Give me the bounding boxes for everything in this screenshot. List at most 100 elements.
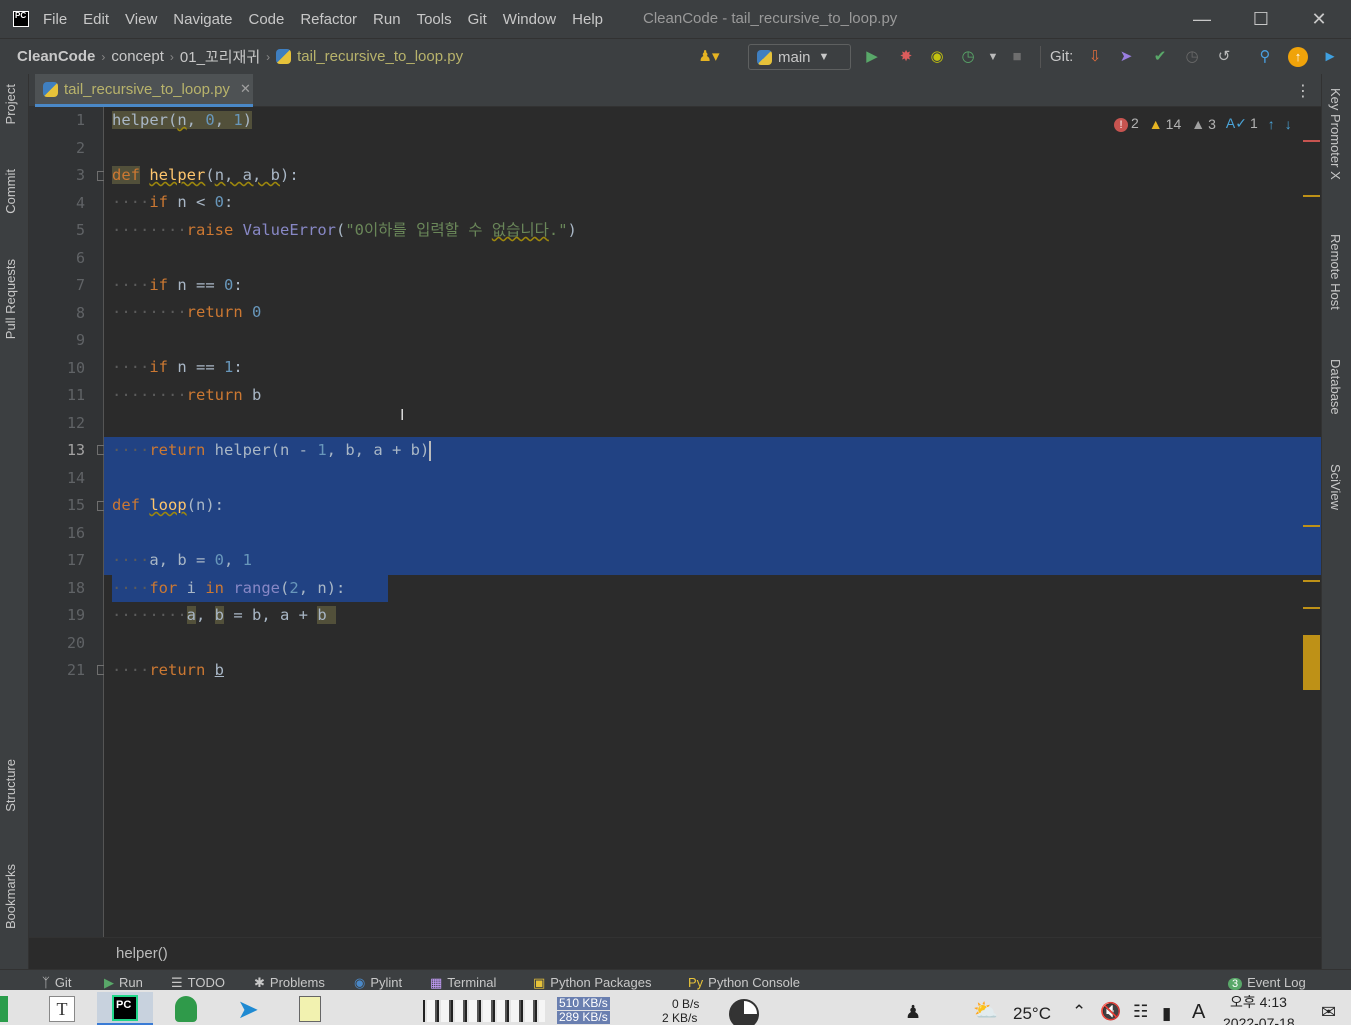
next-problem-icon[interactable]: ↓ — [1285, 116, 1292, 132]
clock-time[interactable]: 오후 4:13 — [1230, 992, 1287, 1012]
more-options-icon[interactable]: ⋮ — [1295, 81, 1311, 101]
run-config-selector[interactable]: main ▼ — [748, 44, 851, 70]
profile-icon[interactable]: ◷ — [958, 47, 978, 67]
warning-stripe-mark[interactable] — [1303, 580, 1320, 582]
line-number: 20 — [66, 634, 85, 652]
vscode-app-icon[interactable]: ➤ — [226, 992, 270, 1025]
start-button-icon[interactable] — [0, 992, 16, 1025]
menu-window[interactable]: Window — [503, 11, 556, 28]
tool-bookmarks[interactable]: Bookmarks — [3, 864, 18, 929]
line-number: 12 — [66, 414, 85, 432]
update-available-icon[interactable]: ↑ — [1288, 47, 1308, 67]
error-count[interactable]: ! 2 — [1114, 115, 1139, 132]
breadcrumb-project[interactable]: CleanCode — [17, 48, 95, 65]
user-share-icon[interactable]: ♟▾ — [693, 47, 725, 67]
scrollbar-thumb[interactable] — [1303, 635, 1320, 690]
typo-count[interactable]: A✓ 1 — [1226, 115, 1258, 132]
inspection-widget[interactable]: ! 2 ▲ 14 ▲ 3 A✓ 1 ↑ ↓ — [1114, 115, 1292, 132]
show-hidden-icons-icon[interactable]: ⌃ — [1072, 1002, 1086, 1022]
menu-run[interactable]: Run — [373, 11, 401, 28]
battery-icon[interactable]: ▮ — [1162, 1004, 1171, 1024]
weather-icon[interactable]: ⛅ — [973, 998, 998, 1023]
run-icon[interactable]: ▶ — [862, 47, 882, 67]
minimize-icon[interactable]: — — [1189, 6, 1215, 32]
speaker-muted-icon[interactable]: 🔇 — [1100, 1002, 1121, 1022]
tab-close-icon[interactable]: ✕ — [240, 81, 251, 97]
tool-todo[interactable]: ☰ TODO — [171, 975, 225, 990]
search-icon[interactable]: ⚲ — [1255, 47, 1275, 67]
tool-commit[interactable]: Commit — [3, 169, 18, 214]
breadcrumb-file[interactable]: tail_recursive_to_loop.py — [297, 48, 463, 65]
menu-edit[interactable]: Edit — [83, 11, 109, 28]
tool-database[interactable]: Database — [1328, 359, 1343, 415]
more-run-chevron-icon[interactable]: ▼ — [983, 47, 1003, 67]
tool-project[interactable]: Project — [3, 84, 18, 124]
event-log-badge: 3 — [1228, 978, 1243, 990]
tool-pylint[interactable]: ◉ Pylint — [354, 975, 402, 990]
tool-problems[interactable]: ✱ Problems — [254, 975, 325, 990]
error-stripe-mark[interactable] — [1303, 140, 1320, 142]
tool-key-promoter[interactable]: Key Promoter X — [1328, 88, 1343, 180]
menu-tools[interactable]: Tools — [417, 11, 452, 28]
warning-count[interactable]: ▲ 14 — [1149, 116, 1181, 132]
stop-icon[interactable]: ■ — [1007, 47, 1027, 67]
tool-python-packages[interactable]: ▣ Python Packages — [533, 975, 651, 990]
tool-remote-host[interactable]: Remote Host — [1328, 234, 1343, 310]
tool-run[interactable]: ▶ Run — [104, 975, 143, 990]
warning-icon: ▲ — [1148, 115, 1163, 132]
pycharm-app-icon[interactable]: PC — [97, 992, 153, 1025]
menu-help[interactable]: Help — [572, 11, 603, 28]
code-with-me-icon[interactable]: ► — [1320, 47, 1340, 67]
line-number: 21 — [66, 661, 85, 679]
tool-terminal[interactable]: ▦ Terminal — [430, 975, 496, 990]
clock-date[interactable]: 2022-07-18 — [1223, 1015, 1295, 1025]
line-number: 8 — [75, 304, 85, 322]
weak-warning-count[interactable]: ▲ 3 — [1191, 116, 1216, 132]
notification-center-icon[interactable]: ✉ — [1321, 1002, 1336, 1023]
breadcrumb-folder-tail[interactable]: 01_꼬리재귀 — [180, 46, 260, 67]
git-push-icon[interactable]: ➤ — [1116, 47, 1136, 67]
tab-tail-recursive-to-loop[interactable]: tail_recursive_to_loop.py ✕ — [35, 74, 253, 107]
notepad-app-icon[interactable] — [288, 992, 332, 1025]
typora-app-icon[interactable]: T — [40, 992, 84, 1025]
code-line-19: ········a, b = b, a + b — [112, 606, 337, 624]
python-file-icon — [43, 81, 58, 97]
editor-breadcrumb[interactable]: helper() — [29, 937, 1321, 969]
menu-file[interactable]: File — [43, 11, 67, 28]
git-history-icon[interactable]: ◷ — [1182, 47, 1202, 67]
warning-stripe-mark[interactable] — [1303, 195, 1320, 197]
git-update-icon[interactable]: ⇩ — [1085, 47, 1105, 67]
disk-usage-pie-icon — [729, 999, 759, 1025]
people-icon[interactable]: ♟ — [905, 1002, 921, 1023]
menu-code[interactable]: Code — [248, 11, 284, 28]
git-rollback-icon[interactable]: ↺ — [1214, 47, 1234, 67]
warning-stripe-mark[interactable] — [1303, 525, 1320, 527]
toolbar-divider — [1040, 46, 1041, 68]
line-number: 1 — [75, 111, 85, 129]
code-editor[interactable]: helper(n, 0, 1) def helper(n, a, b): ···… — [104, 107, 1321, 937]
wifi-icon[interactable]: ☷ — [1133, 1002, 1148, 1022]
coverage-icon[interactable]: ◉ — [927, 47, 947, 67]
navigation-bar: CleanCode › concept › 01_꼬리재귀 › tail_rec… — [0, 38, 1351, 74]
maximize-icon[interactable]: ☐ — [1248, 6, 1274, 32]
ime-indicator[interactable]: A — [1192, 1001, 1205, 1024]
tool-structure[interactable]: Structure — [3, 759, 18, 812]
git-commit-icon[interactable]: ✔ — [1150, 47, 1170, 67]
temperature-label[interactable]: 25°C — [1013, 1004, 1051, 1024]
tool-pull-requests[interactable]: Pull Requests — [3, 259, 18, 339]
menu-refactor[interactable]: Refactor — [300, 11, 357, 28]
tool-window-bar: ᛉ Git ▶ Run ☰ TODO ✱ Problems ◉ Pylint ▦ Termi… — [0, 969, 1351, 990]
warning-stripe-mark[interactable] — [1303, 607, 1320, 609]
sourcetree-app-icon[interactable] — [164, 992, 208, 1025]
breadcrumb-folder-concept[interactable]: concept — [111, 48, 164, 65]
tool-git[interactable]: ᛉ Git — [42, 975, 71, 990]
tool-python-console[interactable]: Py Python Console — [688, 975, 800, 990]
debug-icon[interactable]: ✸ — [896, 47, 916, 67]
menu-view[interactable]: View — [125, 11, 157, 28]
menu-git[interactable]: Git — [468, 11, 487, 28]
previous-problem-icon[interactable]: ↑ — [1268, 116, 1275, 132]
tool-event-log[interactable]: 3 Event Log — [1228, 975, 1306, 990]
close-window-icon[interactable]: ✕ — [1306, 6, 1332, 32]
tool-sciview[interactable]: SciView — [1328, 464, 1343, 510]
menu-navigate[interactable]: Navigate — [173, 11, 232, 28]
